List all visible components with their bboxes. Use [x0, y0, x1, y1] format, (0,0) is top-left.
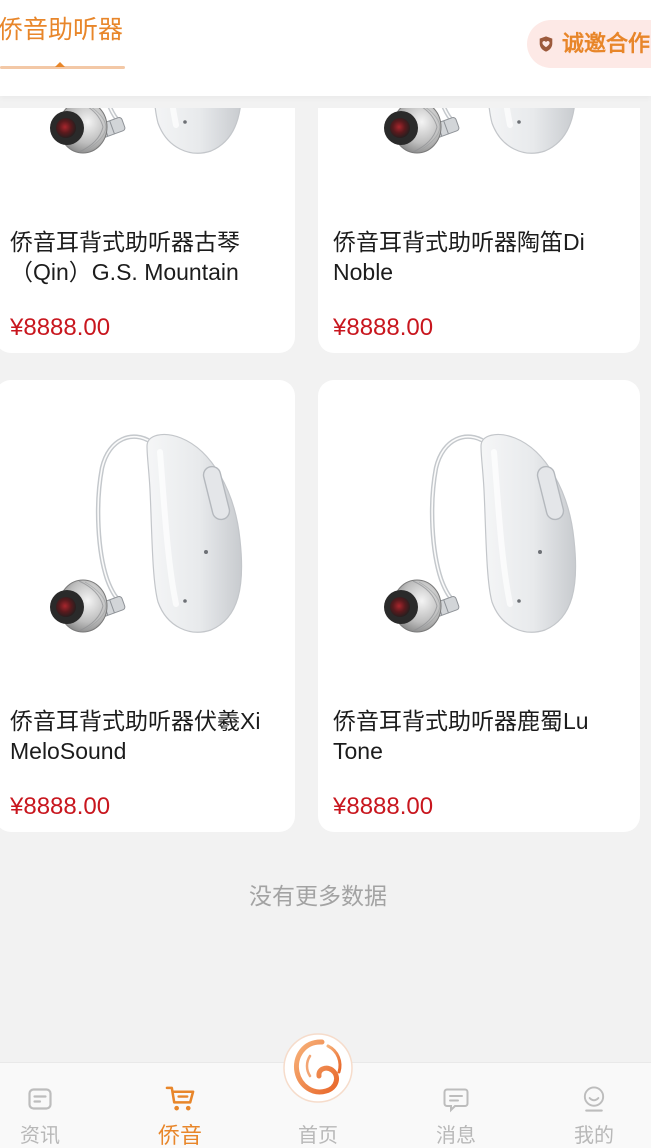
tab-label: 我的	[574, 1125, 614, 1147]
tab-news[interactable]: 资讯	[0, 1063, 90, 1148]
profile-icon	[581, 1086, 607, 1113]
product-card[interactable]: 侨音耳背式助听器陶笛Di Noble ¥8888.00	[318, 108, 640, 353]
product-list[interactable]: 侨音耳背式助听器古琴（Qin）G.S. Mountain ¥8888.00 侨音…	[0, 108, 651, 1062]
product-name: 侨音耳背式助听器伏羲Xi MeloSound	[10, 708, 261, 764]
product-card[interactable]: 侨音耳背式助听器古琴（Qin）G.S. Mountain ¥8888.00	[0, 108, 295, 353]
product-price: ¥8888.00	[10, 793, 111, 820]
tab-label: 消息	[436, 1125, 476, 1147]
tab-home[interactable]: 首页	[268, 1033, 368, 1148]
product-card[interactable]: 侨音耳背式助听器鹿蜀Lu Tone ¥8888.00	[318, 380, 640, 832]
bottom-tab-bar: 资讯 侨音 首页 消息 我的	[0, 1033, 651, 1148]
product-price: ¥8888.00	[333, 793, 434, 820]
product-price: ¥8888.00	[333, 314, 434, 341]
tab-label: 侨音	[157, 1123, 202, 1148]
product-image	[0, 380, 295, 690]
product-image	[318, 380, 640, 690]
cooperate-button[interactable]: 诚邀合作	[527, 20, 651, 68]
product-image	[318, 108, 640, 211]
list-end-text: 没有更多数据	[249, 883, 387, 909]
cooperate-label: 诚邀合作	[562, 31, 651, 56]
tab-label: 首页	[298, 1125, 338, 1147]
product-card[interactable]: 侨音耳背式助听器伏羲Xi MeloSound ¥8888.00	[0, 380, 295, 832]
home-logo-icon[interactable]	[282, 1032, 354, 1104]
underline-marker	[55, 62, 65, 67]
tab-hearing-aids-title[interactable]: 侨音助听器	[0, 14, 123, 46]
tab-profile[interactable]: 我的	[544, 1063, 644, 1148]
product-price: ¥8888.00	[10, 314, 111, 341]
top-header: 侨音助听器 诚邀合作	[0, 0, 651, 96]
active-tab-underline	[0, 62, 125, 69]
product-name: 侨音耳背式助听器鹿蜀Lu Tone	[333, 708, 589, 764]
cart-icon	[165, 1084, 196, 1113]
shield-heart-icon	[537, 35, 555, 53]
tab-messages[interactable]: 消息	[406, 1063, 506, 1148]
product-name: 侨音耳背式助听器古琴（Qin）G.S. Mountain	[10, 229, 240, 285]
tab-qiaoyin[interactable]: 侨音	[130, 1063, 230, 1148]
news-icon	[27, 1086, 53, 1113]
tab-label: 资讯	[20, 1125, 60, 1147]
message-icon	[443, 1086, 469, 1113]
product-image	[0, 108, 295, 211]
product-name: 侨音耳背式助听器陶笛Di Noble	[333, 229, 585, 285]
